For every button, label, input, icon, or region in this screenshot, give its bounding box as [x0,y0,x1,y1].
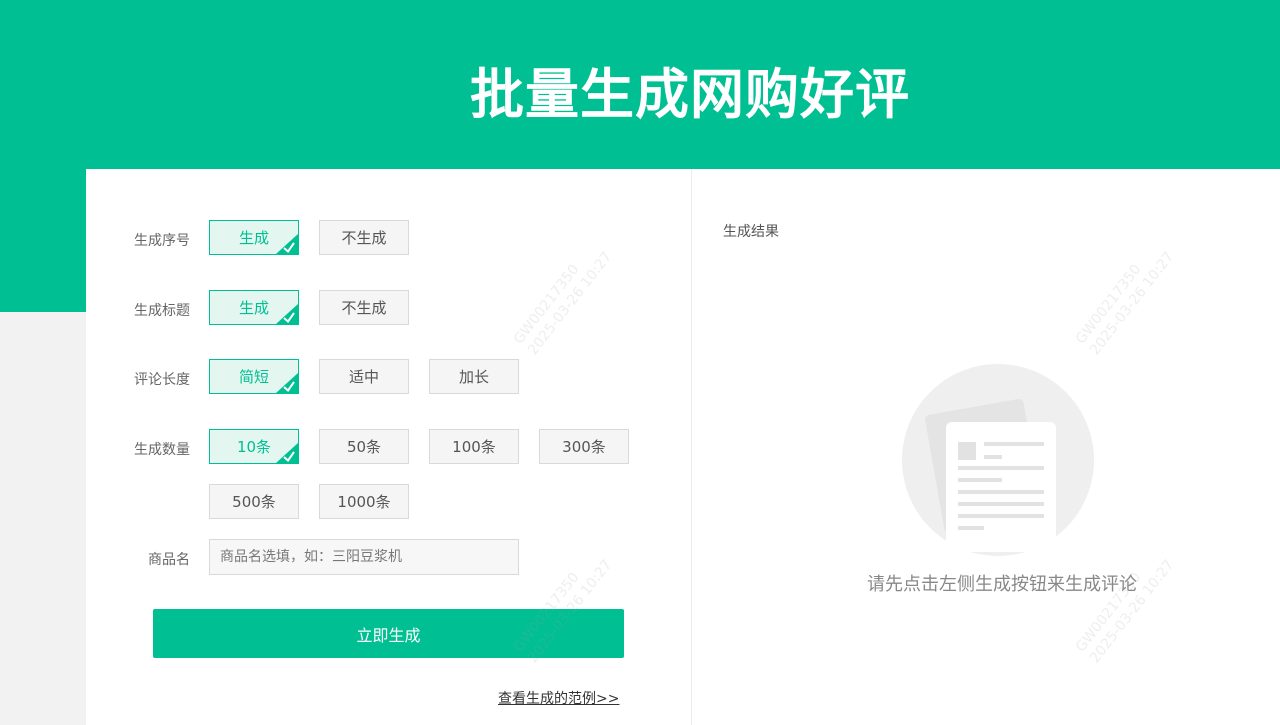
title-skip-option[interactable]: 不生成 [319,290,409,325]
selected-check-icon [276,443,298,463]
option-text: 生成 [238,229,269,247]
option-text: 加长 [458,368,489,386]
option-text: 300条 [562,438,606,456]
title-generation-label: 生成标题 [134,303,190,319]
option-text: 10条 [236,438,272,456]
option-text: 50条 [346,438,382,456]
option-text: 适中 [348,368,379,386]
quantity-50-option[interactable]: 50条 [319,429,409,464]
quantity-1000-option[interactable]: 1000条 [319,484,409,519]
length-medium-option[interactable]: 适中 [319,359,409,394]
selected-check-icon [276,304,298,324]
review-length-label: 评论长度 [134,372,190,388]
result-title: 生成结果 [723,224,779,240]
document-placeholder-icon [902,364,1094,556]
panel-divider [691,169,692,725]
option-text: 不生成 [341,299,387,317]
serial-number-skip-option[interactable]: 不生成 [319,220,409,255]
product-name-input[interactable] [209,539,519,575]
selected-check-icon [276,373,298,393]
option-text: 500条 [232,493,276,511]
empty-result-hint: 请先点击左侧生成按钮来生成评论 [867,574,1137,595]
selected-check-icon [276,234,298,254]
product-name-label: 商品名 [148,552,190,568]
serial-number-generate-option[interactable]: 生成 [209,220,299,255]
serial-number-label: 生成序号 [134,233,190,249]
quantity-500-option[interactable]: 500条 [209,484,299,519]
quantity-10-option[interactable]: 10条 [209,429,299,464]
page-title: 批量生成网购好评 [470,63,910,126]
header-banner-extension [0,169,86,312]
option-text: 简短 [238,368,269,386]
quantity-label: 生成数量 [134,442,190,458]
option-text: 100条 [452,438,496,456]
length-long-option[interactable]: 加长 [429,359,519,394]
quantity-300-option[interactable]: 300条 [539,429,629,464]
view-examples-link[interactable]: 查看生成的范例>> [498,688,619,708]
generate-button[interactable]: 立即生成 [153,609,624,658]
option-text: 1000条 [337,493,391,511]
length-short-option[interactable]: 简短 [209,359,299,394]
title-generate-option[interactable]: 生成 [209,290,299,325]
option-text: 不生成 [341,229,387,247]
quantity-100-option[interactable]: 100条 [429,429,519,464]
option-text: 生成 [238,299,269,317]
